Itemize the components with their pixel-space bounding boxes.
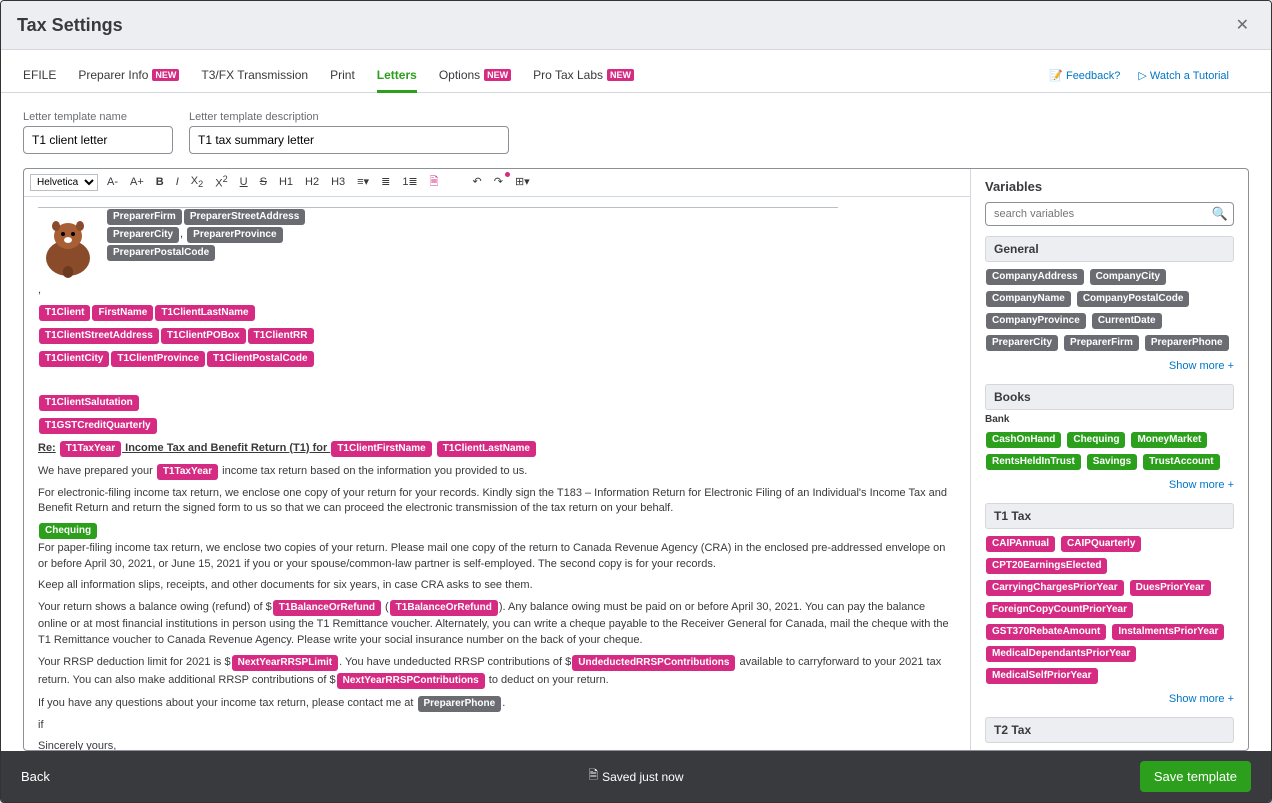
var-pill-GST370RebateAmount[interactable]: GST370RebateAmount [986,624,1106,640]
italic-button[interactable]: I [173,175,182,190]
tutorial-link[interactable]: ▷ Watch a Tutorial [1138,69,1229,82]
section-t2-tax: T2 Tax [985,717,1234,743]
tab-pro-tax-labs[interactable]: Pro Tax LabsNEW [533,58,634,92]
template-name-label: Letter template name [23,111,173,123]
section-t1-tax: T1 Tax [985,503,1234,529]
tab-t-fx-transmission[interactable]: T3/FX Transmission [201,58,308,92]
var-pill-Savings[interactable]: Savings [1087,454,1137,470]
var-pill-PreparerPhone[interactable]: PreparerPhone [1145,335,1229,351]
var-pill-CompanyAddress[interactable]: CompanyAddress [986,269,1084,285]
var-T1ClientPOBox: T1ClientPOBox [161,328,246,344]
insert-doc-icon[interactable]: 🗎 [427,175,442,190]
var-pill-PreparerFirm[interactable]: PreparerFirm [1064,335,1139,351]
var-pill-CashOnHand[interactable]: CashOnHand [986,432,1061,448]
page-title: Tax Settings [17,15,123,36]
var-T1ClientCity: T1ClientCity [39,351,109,367]
ul-button[interactable]: ≣ [378,175,393,190]
footer: Back 🗎 Saved just now Save template [1,751,1271,802]
strike-button[interactable]: S [257,175,270,190]
search-input[interactable] [985,202,1234,226]
h1-button[interactable]: H1 [276,175,296,190]
var-pill-InstalmentsPriorYear[interactable]: InstalmentsPriorYear [1112,624,1224,640]
var-T1Client: T1Client [39,305,90,321]
show-more-link[interactable]: Show more + [985,477,1234,495]
show-more-link[interactable]: Show more + [985,358,1234,376]
var-PreparerFirm: PreparerFirm [107,209,182,225]
tab-letters[interactable]: Letters [377,58,417,92]
subscript-button[interactable]: X2 [188,174,206,191]
font-dec[interactable]: A- [104,175,121,190]
section-general: General [985,236,1234,262]
var-pill-CompanyCity[interactable]: CompanyCity [1090,269,1166,285]
var-pill-ForeignCopyCountPriorYear[interactable]: ForeignCopyCountPriorYear [986,602,1133,618]
var-pill-CPT20EarningsElected[interactable]: CPT20EarningsElected [986,558,1107,574]
var-pill-CompanyPostalCode[interactable]: CompanyPostalCode [1077,291,1190,307]
bold-button[interactable]: B [153,175,167,190]
ol-button[interactable]: 1≣ [399,175,420,190]
save-status: 🗎 Saved just now [588,766,683,787]
template-desc-label: Letter template description [189,111,509,123]
underline-button[interactable]: U [237,175,251,190]
letter-body[interactable]: PreparerFirmPreparerStreetAddress Prepar… [24,197,970,750]
var-pill-CarryingChargesPriorYear[interactable]: CarryingChargesPriorYear [986,580,1124,596]
var-T1ClientLastName: T1ClientLastName [155,305,254,321]
show-more-link[interactable]: Show more + [985,691,1234,709]
var-PreparerProvince: PreparerProvince [187,227,282,243]
var-pill-CompanyName[interactable]: CompanyName [986,291,1071,307]
tab-preparer-info[interactable]: Preparer InfoNEW [78,58,179,92]
var-pill-DuesPriorYear[interactable]: DuesPriorYear [1130,580,1211,596]
template-desc-input[interactable] [189,126,509,154]
tab-options[interactable]: OptionsNEW [439,58,511,92]
h2-button[interactable]: H2 [302,175,322,190]
section-books: Books [985,384,1234,410]
beaver-logo-icon [38,208,98,278]
var-pill-PreparerCity[interactable]: PreparerCity [986,335,1058,351]
back-button[interactable]: Back [21,769,50,784]
var-PreparerStreetAddress: PreparerStreetAddress [184,209,306,225]
var-PreparerPostalCode: PreparerPostalCode [107,245,215,261]
search-icon[interactable]: 🔍 [1212,206,1228,222]
tab-efile[interactable]: EFILE [23,58,56,92]
var-T1ClientRR: T1ClientRR [248,328,314,344]
var-pill-MoneyMarket[interactable]: MoneyMarket [1131,432,1207,448]
var-T1ClientProvince: T1ClientProvince [111,351,205,367]
variables-panel: Variables 🔍 General CompanyAddress Company… [970,169,1248,750]
variables-title: Variables [985,179,1234,194]
font-inc[interactable]: A+ [127,175,147,190]
var-T1ClientStreetAddress: T1ClientStreetAddress [39,328,159,344]
tab-bar: EFILE Preparer InfoNEW T3/FX Transmission P… [1,58,1271,93]
var-pill-TrustAccount[interactable]: TrustAccount [1143,454,1219,470]
template-name-input[interactable] [23,126,173,154]
superscript-button[interactable]: X2 [212,173,230,192]
var-pill-CAIPAnnual[interactable]: CAIPAnnual [986,536,1055,552]
var-T1ClientSalutation: T1ClientSalutation [39,395,139,411]
var-pill-MedicalSelfPriorYear[interactable]: MedicalSelfPriorYear [986,668,1098,684]
save-template-button[interactable]: Save template [1140,761,1251,792]
redo-icon[interactable]: ↷ [491,175,506,190]
var-pill-CAIPQuarterly[interactable]: CAIPQuarterly [1061,536,1141,552]
titlebar: Tax Settings ✕ [1,1,1271,50]
var-FirstName: FirstName [92,305,153,321]
editor-toolbar: Helvetica A- A+ B I X2 X2 U S H1 H2 H3 ≡… [24,169,970,197]
undo-icon[interactable]: ↶ [470,175,485,190]
table-icon[interactable]: ⊞▾ [512,175,533,190]
h3-button[interactable]: H3 [328,175,348,190]
var-T1GSTCreditQuarterly: T1GSTCreditQuarterly [39,418,157,434]
feedback-link[interactable]: 📝 Feedback? [1049,69,1120,82]
close-icon[interactable]: ✕ [1230,13,1255,37]
var-pill-Chequing[interactable]: Chequing [1067,432,1125,448]
var-pill-MedicalDependantsPriorYear[interactable]: MedicalDependantsPriorYear [986,646,1136,662]
font-select[interactable]: Helvetica [30,174,98,191]
tab-print[interactable]: Print [330,58,355,92]
var-pill-CurrentDate[interactable]: CurrentDate [1092,313,1162,329]
var-pill-RentsHeldInTrust[interactable]: RentsHeldInTrust [986,454,1081,470]
var-PreparerCity: PreparerCity [107,227,179,243]
var-T1ClientPostalCode: T1ClientPostalCode [207,351,313,367]
align-button[interactable]: ≡▾ [354,175,372,190]
var-pill-CompanyProvince[interactable]: CompanyProvince [986,313,1086,329]
template-meta: Letter template name Letter template des… [1,93,1271,154]
